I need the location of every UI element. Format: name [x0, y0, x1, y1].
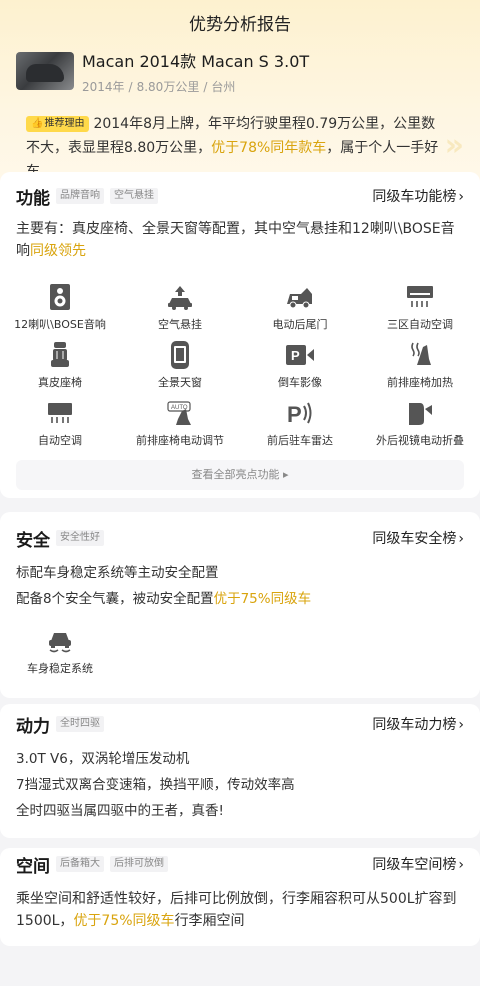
chevron-right-icon: ›: [458, 531, 464, 547]
power-line-1: 3.0T V6，双涡轮增压发动机: [16, 751, 190, 767]
feature-item[interactable]: 真皮座椅: [0, 340, 120, 390]
power-title: 动力: [16, 716, 50, 737]
function-rank-link[interactable]: 同级车功能榜 ›: [372, 186, 464, 206]
summary-header: 优势分析报告 Macan 2014款 Macan S 3.0T 2014年/8.…: [0, 0, 480, 186]
auto-ac-icon: [0, 398, 120, 428]
seat-heating-icon: [360, 340, 480, 370]
function-desc: 主要有：真皮座椅、全景天窗等配置，其中空气悬挂和12喇叭\BOSE音响同级领先: [16, 221, 455, 259]
safety-title: 安全: [16, 530, 50, 551]
thumbs-up-icon: 👍: [31, 118, 44, 129]
power-line-2: 7挡湿式双离合变速箱，换挡平顺，传动效率高: [16, 777, 295, 793]
function-tag-audio: 品牌音响: [56, 188, 104, 204]
air-suspension-icon: [120, 282, 240, 312]
car-year: 2014年: [82, 80, 125, 94]
reverse-camera-icon: P: [240, 340, 360, 370]
space-tag-trunk: 后备箱大: [56, 856, 104, 872]
safety-card: 安全 安全性好 同级车安全榜 › 标配车身稳定系统等主动安全配置 配备8个安全气囊…: [0, 512, 480, 698]
space-desc: 乘坐空间和舒适性较好，后排可比例放倒，行李厢容积可从500L扩容到1500L，优…: [16, 891, 457, 929]
power-rank-link[interactable]: 同级车动力榜 ›: [372, 714, 464, 734]
function-card: 功能 品牌音响 空气悬挂 同级车功能榜 › 主要有：真皮座椅、全景天窗等配置，其中…: [0, 172, 480, 498]
power-tag: 全时四驱: [56, 716, 104, 732]
space-rank-link[interactable]: 同级车空间榜 ›: [372, 854, 464, 874]
car-meta: 2014年/8.80万公里 / 台州: [82, 80, 236, 94]
feature-item[interactable]: P 倒车影像: [240, 340, 360, 390]
safety-header: 安全 安全性好 同级车安全榜 ›: [0, 526, 480, 551]
svg-text:P: P: [287, 402, 302, 426]
safety-rank-link[interactable]: 同级车安全榜 ›: [372, 528, 464, 548]
function-header: 功能 品牌音响 空气悬挂 同级车功能榜 ›: [0, 184, 480, 209]
function-title: 功能: [16, 188, 50, 209]
car-name: Macan 2014款 Macan S 3.0T: [82, 52, 310, 71]
recommend-badge: 👍推荐理由: [26, 116, 90, 132]
feature-item[interactable]: 空气悬挂: [120, 282, 240, 332]
tri-zone-ac-icon: [360, 282, 480, 312]
chevron-right-icon: ›: [458, 717, 464, 733]
chevron-right-icon: ›: [458, 857, 464, 873]
safety-tag: 安全性好: [56, 530, 104, 546]
car-city: 台州: [211, 80, 236, 94]
stability-control-icon: [0, 626, 120, 656]
svg-text:P: P: [291, 348, 300, 363]
power-card: 动力 全时四驱 同级车动力榜 › 3.0T V6，双涡轮增压发动机 7挡湿式双离合…: [0, 704, 480, 838]
power-tailgate-icon: [240, 282, 360, 312]
mirror-fold-icon: [360, 398, 480, 428]
feature-item[interactable]: P 前后驻车雷达: [240, 398, 360, 448]
space-tag-fold: 后排可放倒: [110, 856, 168, 872]
safety-line-2: 配备8个安全气囊，被动安全配置优于75%同级车: [16, 591, 312, 607]
feature-item[interactable]: 自动空调: [0, 398, 120, 448]
parking-radar-icon: P: [240, 398, 360, 428]
feature-grid: 12喇叭\BOSE音响 空气悬挂 电动后尾门 三区自动空调 真皮座椅 全景天窗 …: [0, 282, 480, 448]
feature-item[interactable]: 三区自动空调: [360, 282, 480, 332]
speaker-icon: [0, 282, 120, 312]
feature-item[interactable]: 外后视镜电动折叠: [360, 398, 480, 448]
feature-item[interactable]: 全景天窗: [120, 340, 240, 390]
car-mileage: 8.80万公里: [136, 80, 200, 94]
chevron-right-icon: ›: [458, 189, 464, 205]
space-card: 空间 后备箱大 后排可放倒 同级车空间榜 › 乘坐空间和舒适性较好，后排可比例放倒…: [0, 848, 480, 946]
safety-line-1: 标配车身稳定系统等主动安全配置: [16, 565, 219, 581]
car-info: Macan 2014款 Macan S 3.0T 2014年/8.80万公里 / 台…: [82, 52, 309, 95]
space-header: 空间 后备箱大 后排可放倒 同级车空间榜 ›: [0, 852, 480, 877]
power-line-3: 全时四驱当属四驱中的王者，真香!: [16, 803, 224, 819]
leather-seat-icon: [0, 340, 120, 370]
function-tag-suspension: 空气悬挂: [110, 188, 158, 204]
feature-item[interactable]: 前排座椅加热: [360, 340, 480, 390]
view-all-features-button[interactable]: 查看全部亮点功能 ▸: [16, 460, 464, 490]
feature-item[interactable]: 电动后尾门: [240, 282, 360, 332]
panoramic-sunroof-icon: [120, 340, 240, 370]
power-header: 动力 全时四驱 同级车动力榜 ›: [0, 712, 480, 737]
double-chevron-icon: »: [444, 128, 464, 163]
recommend-highlight: 优于78%同年款车: [211, 140, 327, 156]
power-seat-icon: AUTO: [120, 398, 240, 428]
car-thumbnail: [16, 52, 74, 90]
feature-item[interactable]: 12喇叭\BOSE音响: [0, 282, 120, 332]
page-title: 优势分析报告: [189, 15, 291, 35]
space-title: 空间: [16, 856, 50, 877]
car-summary[interactable]: Macan 2014款 Macan S 3.0T 2014年/8.80万公里 / 台…: [16, 52, 464, 95]
feature-item[interactable]: AUTO 前排座椅电动调节: [120, 398, 240, 448]
feature-item[interactable]: 车身稳定系统: [0, 626, 120, 676]
